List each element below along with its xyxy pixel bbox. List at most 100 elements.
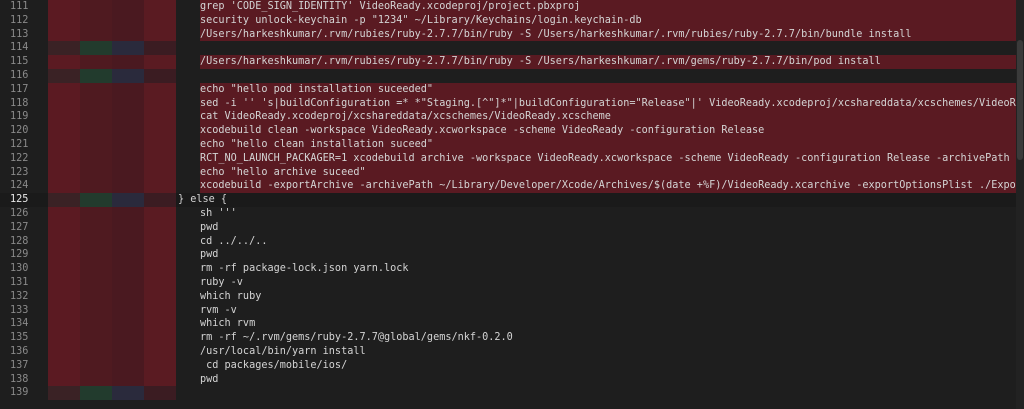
- code-text[interactable]: rm -rf package-lock.json yarn.lock: [200, 262, 1020, 276]
- gutter-band: [144, 234, 176, 249]
- code-text[interactable]: pwd: [200, 248, 1020, 262]
- code-line[interactable]: 137 cd packages/mobile/ios/: [0, 358, 1024, 373]
- code-line[interactable]: 113/Users/harkeshkumar/.rvm/rubies/ruby-…: [0, 27, 1024, 42]
- gutter-band: [80, 234, 112, 249]
- diff-gutter-bands: [48, 110, 176, 125]
- gutter-band: [80, 0, 112, 14]
- code-text[interactable]: xcodebuild -exportArchive -archivePath ~…: [200, 179, 1020, 194]
- gutter-band: [80, 248, 112, 263]
- gutter-band: [48, 68, 80, 83]
- line-number: 131: [10, 276, 29, 288]
- code-line[interactable]: 118 sed -i '' 's|buildConfiguration =* *"…: [0, 96, 1024, 111]
- code-text[interactable]: pwd: [200, 221, 1020, 235]
- code-line[interactable]: 121 echo "hello clean installation suceed…: [0, 137, 1024, 152]
- code-text[interactable]: echo "hello archive suceed": [200, 165, 1020, 180]
- diff-gutter-bands: [48, 220, 176, 235]
- code-text[interactable]: sh ''': [200, 207, 1020, 221]
- code-line[interactable]: 124 xcodebuild -exportArchive -archivePat…: [0, 179, 1024, 194]
- gutter-band: [48, 124, 80, 138]
- code-line[interactable]: 123 echo "hello archive suceed": [0, 165, 1024, 180]
- code-text[interactable]: ruby -v: [200, 276, 1020, 290]
- gutter-band: [80, 344, 112, 359]
- diff-gutter-bands: [48, 289, 176, 304]
- code-line[interactable]: 130 rm -rf package-lock.json yarn.lock: [0, 262, 1024, 276]
- code-line[interactable]: 125} else {: [0, 193, 1024, 207]
- code-line[interactable]: 129 pwd: [0, 248, 1024, 263]
- code-text[interactable]: /usr/local/bin/yarn install: [200, 345, 1020, 359]
- line-number: 120: [10, 125, 29, 137]
- code-line[interactable]: 117 echo "hello pod installation suceeded…: [0, 82, 1024, 97]
- code-line[interactable]: 135 rm -rf ~/.rvm/gems/ruby-2.7.7@global/…: [0, 331, 1024, 345]
- line-number: 132: [10, 290, 29, 302]
- code-text[interactable]: [200, 41, 1020, 55]
- line-number: 122: [10, 152, 29, 164]
- gutter-band: [112, 358, 144, 373]
- code-editor[interactable]: 111 grep 'CODE_SIGN_IDENTITY' VideoReady.…: [0, 0, 1024, 409]
- gutter-band: [144, 193, 176, 207]
- diff-gutter-bands: [48, 137, 176, 152]
- gutter-band: [112, 151, 144, 166]
- line-number: 138: [10, 373, 29, 385]
- code-text[interactable]: sed -i '' 's|buildConfiguration =* *"Sta…: [200, 96, 1020, 111]
- line-number: 113: [10, 28, 29, 40]
- code-text[interactable]: echo "hello clean installation suceed": [200, 137, 1020, 152]
- code-line[interactable]: 132 which ruby: [0, 289, 1024, 304]
- code-text[interactable]: which rvm: [200, 317, 1020, 331]
- diff-gutter-bands: [48, 179, 176, 194]
- code-text[interactable]: } else {: [178, 193, 998, 207]
- code-text[interactable]: cat VideoReady.xcodeproj/xcshareddata/xc…: [200, 110, 1020, 125]
- gutter-band: [144, 317, 176, 332]
- gutter-band: [144, 55, 176, 69]
- code-text[interactable]: [200, 386, 1020, 400]
- code-text[interactable]: echo "hello pod installation suceeded": [200, 82, 1020, 97]
- code-text[interactable]: rvm -v: [200, 304, 1020, 318]
- vertical-scrollbar[interactable]: [1016, 0, 1024, 409]
- code-text[interactable]: pwd: [200, 373, 1020, 387]
- code-text[interactable]: cd packages/mobile/ios/: [200, 359, 1020, 373]
- code-line[interactable]: 116: [0, 68, 1024, 83]
- gutter-band: [144, 41, 176, 56]
- code-line[interactable]: 136/usr/local/bin/yarn install: [0, 344, 1024, 359]
- code-text[interactable]: cd ../../..: [200, 235, 1020, 249]
- code-line[interactable]: 120 xcodebuild clean -workspace VideoRead…: [0, 124, 1024, 138]
- code-text[interactable]: rm -rf ~/.rvm/gems/ruby-2.7.7@global/gem…: [200, 331, 1020, 345]
- gutter-band: [112, 303, 144, 318]
- code-line[interactable]: 133 rvm -v: [0, 303, 1024, 318]
- gutter-band: [112, 317, 144, 332]
- code-line[interactable]: 128 cd ../../..: [0, 234, 1024, 249]
- code-line[interactable]: 126 sh ''': [0, 206, 1024, 221]
- code-line[interactable]: 131 ruby -v: [0, 275, 1024, 290]
- gutter-band: [48, 41, 80, 56]
- code-line[interactable]: 139: [0, 386, 1024, 401]
- code-text[interactable]: xcodebuild clean -workspace VideoReady.x…: [200, 124, 1020, 138]
- gutter-band: [80, 110, 112, 125]
- line-number: 118: [10, 97, 29, 109]
- code-line[interactable]: 114: [0, 41, 1024, 56]
- gutter-band: [80, 68, 112, 83]
- code-text[interactable]: /Users/harkeshkumar/.rvm/rubies/ruby-2.7…: [200, 27, 1020, 42]
- diff-gutter-bands: [48, 358, 176, 373]
- line-number: 137: [10, 359, 29, 371]
- gutter-band: [144, 206, 176, 221]
- code-line[interactable]: 122 RCT_NO_LAUNCH_PACKAGER=1 xcodebuild a…: [0, 151, 1024, 166]
- code-text[interactable]: grep 'CODE_SIGN_IDENTITY' VideoReady.xco…: [200, 0, 1020, 14]
- gutter-band: [144, 289, 176, 304]
- code-line[interactable]: 111 grep 'CODE_SIGN_IDENTITY' VideoReady.…: [0, 0, 1024, 14]
- code-text[interactable]: /Users/harkeshkumar/.rvm/rubies/ruby-2.7…: [200, 55, 1020, 69]
- code-text[interactable]: security unlock-keychain -p "1234" ~/Lib…: [200, 13, 1020, 28]
- code-text[interactable]: RCT_NO_LAUNCH_PACKAGER=1 xcodebuild arch…: [200, 151, 1020, 166]
- code-text[interactable]: [200, 69, 1020, 83]
- gutter-band: [80, 165, 112, 180]
- gutter-band: [112, 262, 144, 276]
- gutter-band: [80, 372, 112, 387]
- code-line[interactable]: 138 pwd: [0, 372, 1024, 387]
- code-line[interactable]: 112 security unlock-keychain -p "1234" ~/…: [0, 13, 1024, 28]
- gutter-band: [80, 179, 112, 194]
- code-line[interactable]: 134 which rvm: [0, 317, 1024, 332]
- scrollbar-thumb[interactable]: [1017, 40, 1023, 160]
- code-text[interactable]: which ruby: [200, 290, 1020, 304]
- gutter-band: [80, 124, 112, 138]
- code-line[interactable]: 127 pwd: [0, 220, 1024, 235]
- code-line[interactable]: 119 cat VideoReady.xcodeproj/xcshareddata…: [0, 110, 1024, 125]
- code-line[interactable]: 115/Users/harkeshkumar/.rvm/rubies/ruby-…: [0, 55, 1024, 69]
